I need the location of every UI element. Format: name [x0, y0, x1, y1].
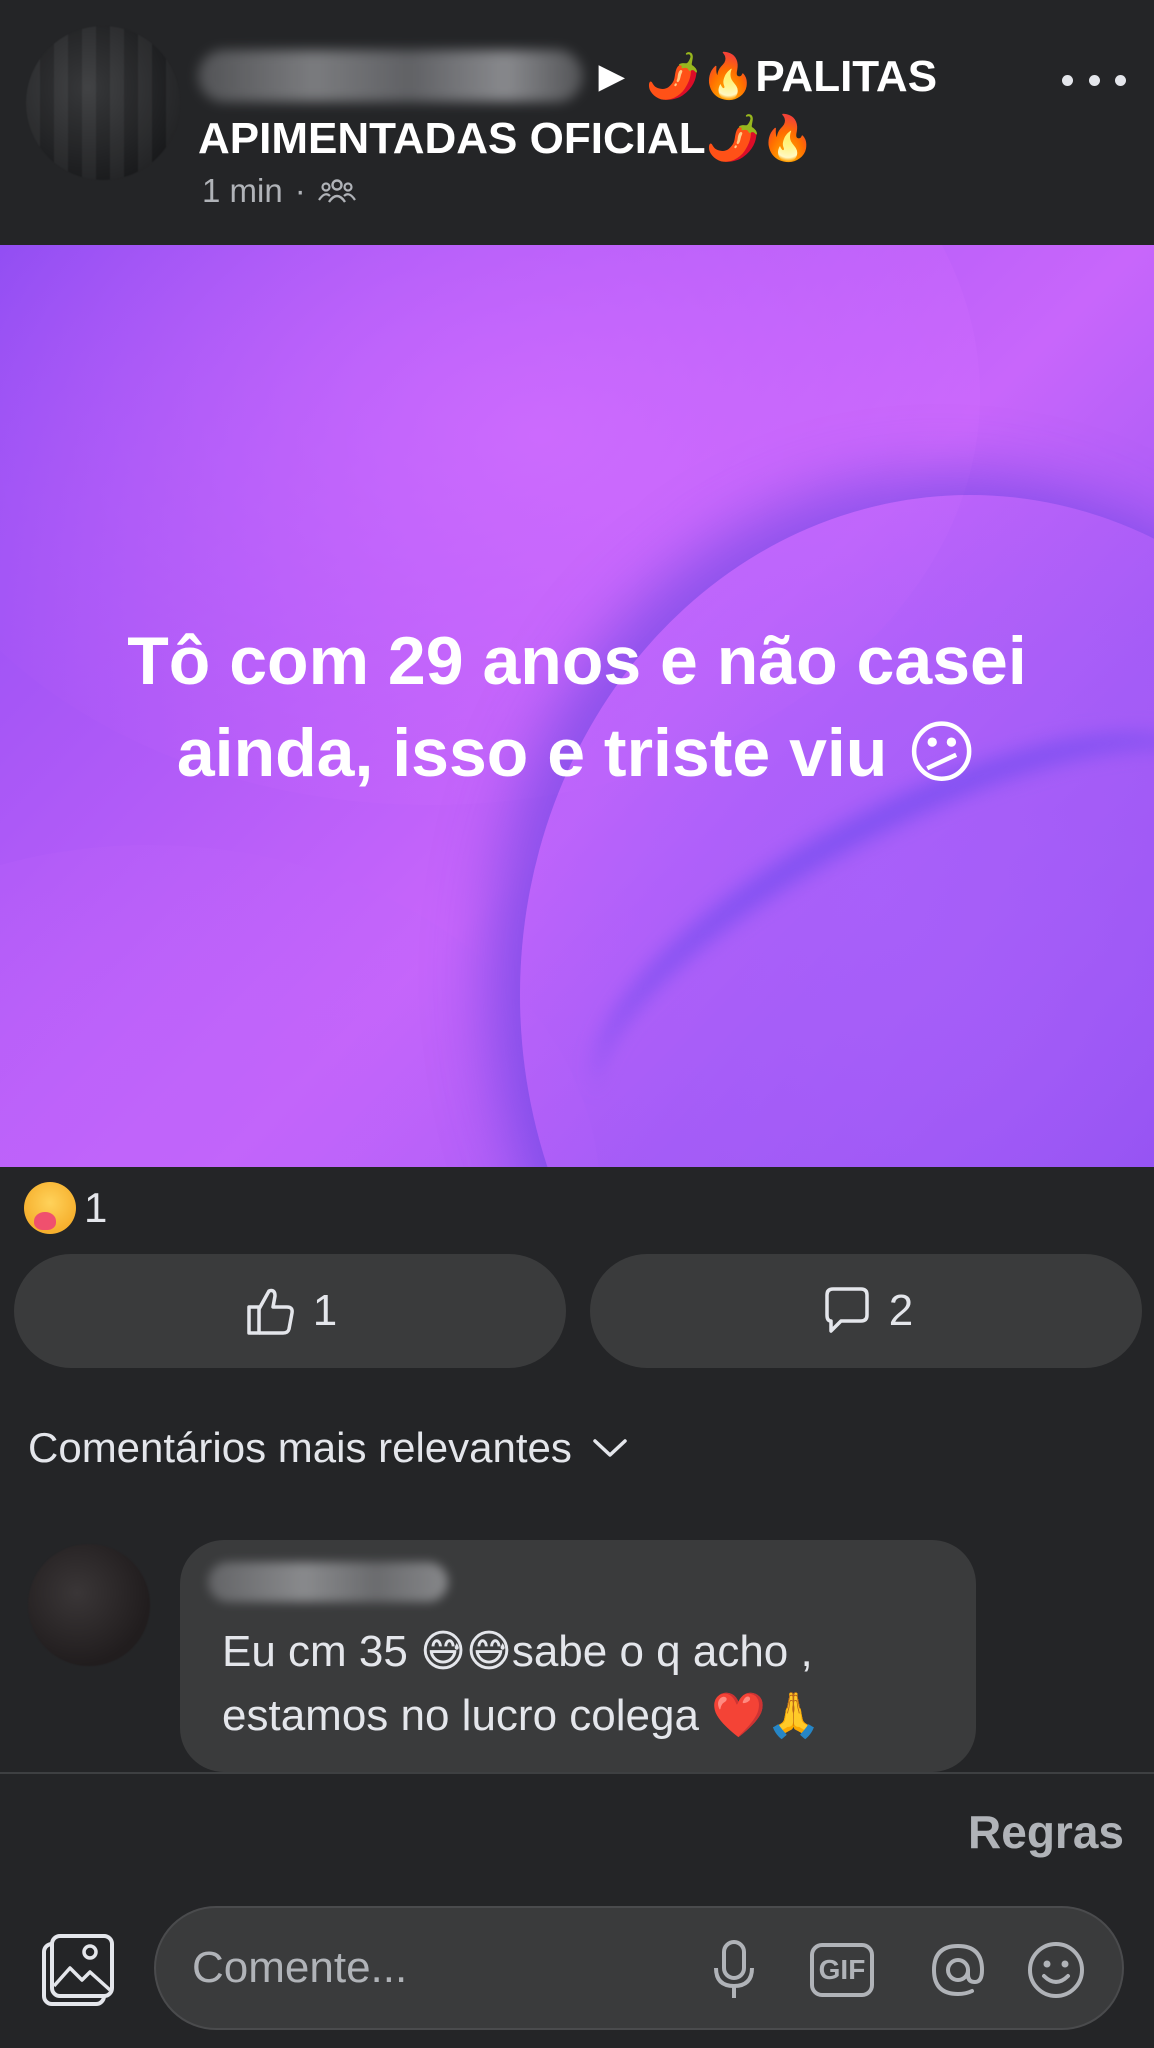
comments-sort-dropdown[interactable]: Comentários mais relevantes: [28, 1424, 628, 1472]
divider: [0, 1772, 1154, 1774]
post-body-text: Tô com 29 anos e não casei ainda, isso e…: [127, 623, 1027, 791]
commenter-name-redacted[interactable]: [208, 1562, 448, 1602]
more-horizontal-icon: [1062, 74, 1073, 86]
group-icon: [317, 179, 356, 203]
more-options-button[interactable]: [1062, 60, 1126, 100]
microphone-icon: [714, 1940, 754, 1998]
care-reaction-icon: [24, 1182, 76, 1234]
comment-count: 2: [888, 1286, 914, 1335]
commenter-avatar[interactable]: [28, 1544, 150, 1666]
gif-button[interactable]: GIF: [810, 1938, 874, 2002]
chevron-down-icon: [593, 1439, 627, 1457]
post-time[interactable]: 1 min: [202, 172, 283, 210]
post-meta: 1 min ·: [202, 172, 356, 210]
like-button[interactable]: 1: [14, 1254, 566, 1368]
comment-bubble-icon: [825, 1287, 869, 1333]
post-background-image[interactable]: Tô com 29 anos e não casei ainda, isso e…: [0, 245, 1154, 1167]
emoji-button[interactable]: [1024, 1938, 1088, 2002]
group-title[interactable]: ► 🌶️🔥PALITAS APIMENTADAS OFICIAL🌶️🔥: [198, 46, 1038, 170]
at-icon: [931, 1943, 985, 1997]
gif-icon: GIF: [810, 1943, 874, 1997]
like-count: 1: [312, 1286, 338, 1335]
smiley-icon: [1028, 1942, 1084, 1998]
photo-icon[interactable]: [36, 1930, 118, 2012]
mention-button[interactable]: [926, 1938, 990, 2002]
comment-composer: GIF: [154, 1906, 1124, 2030]
reaction-count: 1: [84, 1184, 108, 1231]
author-avatar[interactable]: [26, 26, 180, 180]
comment-bubble[interactable]: Eu cm 35 😅😅sabe o q acho , estamos no lu…: [180, 1540, 976, 1772]
thumbs-up-icon: [247, 1288, 294, 1335]
comment-input[interactable]: [190, 1936, 710, 2000]
comment-text: Eu cm 35 😅😅sabe o q acho , estamos no lu…: [222, 1627, 821, 1740]
reaction-summary[interactable]: 1: [24, 1182, 107, 1234]
meta-separator: ·: [294, 172, 306, 209]
microphone-button[interactable]: [702, 1938, 766, 2002]
comment-button[interactable]: 2: [590, 1254, 1142, 1368]
comments-sort-label: Comentários mais relevantes: [28, 1424, 572, 1471]
rules-link[interactable]: Regras: [968, 1805, 1124, 1859]
post-header: ► 🌶️🔥PALITAS APIMENTADAS OFICIAL🌶️🔥 1 mi…: [0, 0, 1154, 245]
